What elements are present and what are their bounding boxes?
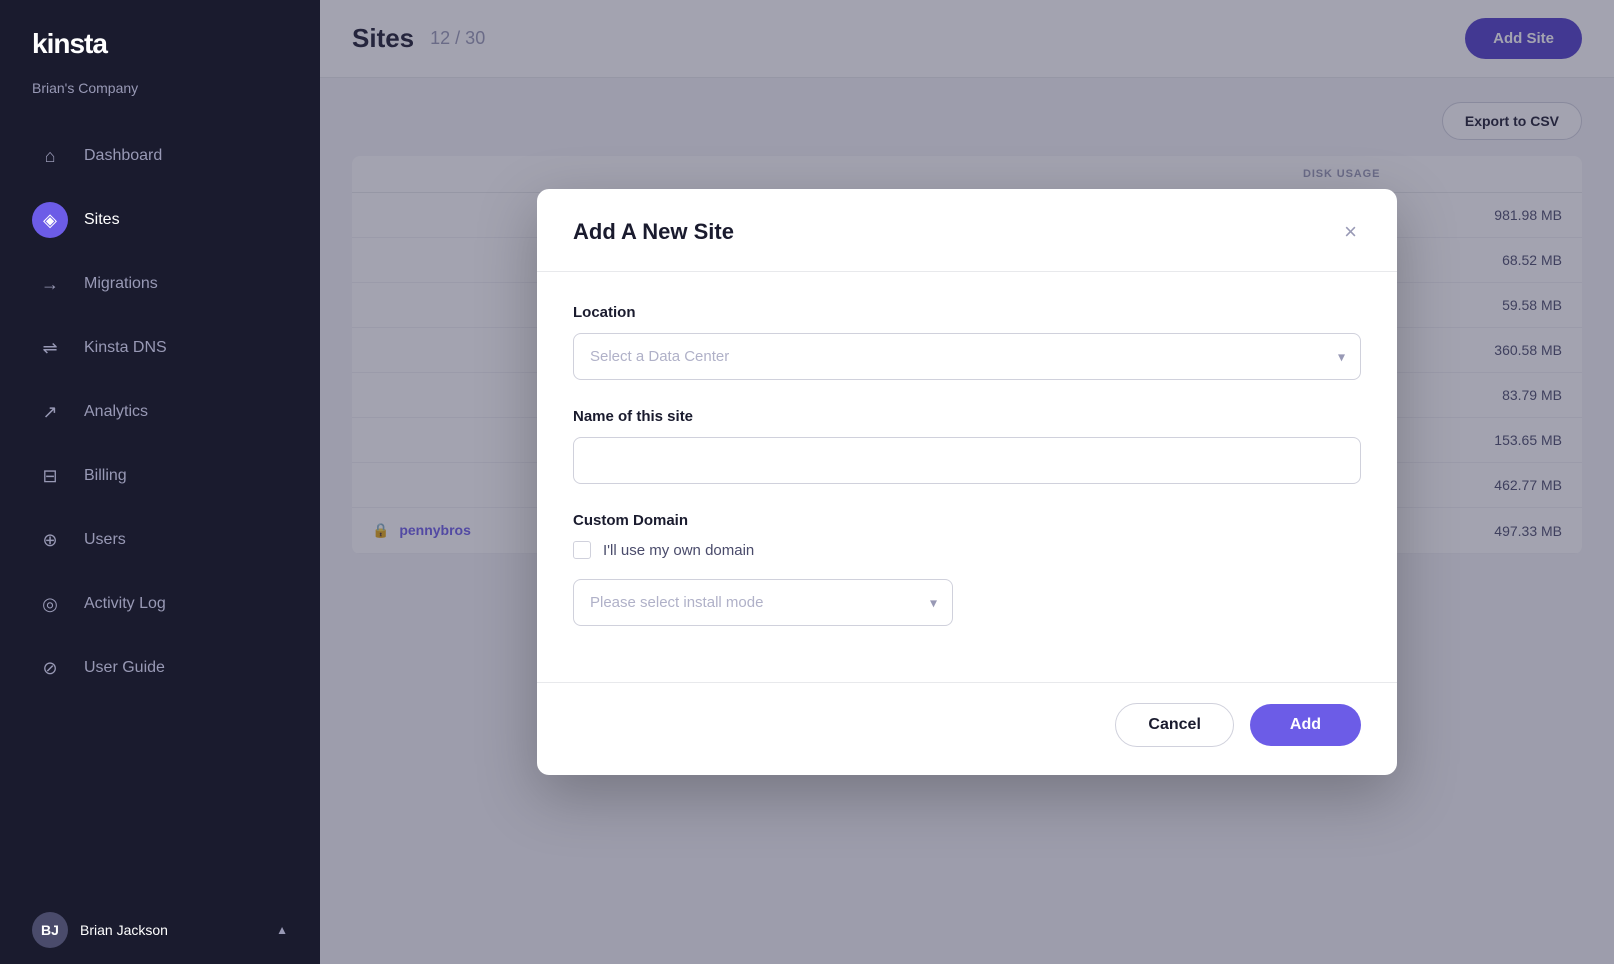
sidebar-item-label: Activity Log bbox=[84, 595, 166, 613]
sidebar-item-label: Dashboard bbox=[84, 147, 162, 165]
data-center-select-wrap: Select a Data Center ▾ bbox=[573, 333, 1361, 380]
sidebar-item-users[interactable]: ⊕ Users bbox=[0, 508, 320, 572]
sidebar-item-label: Analytics bbox=[84, 403, 148, 421]
sidebar-item-activity-log[interactable]: ◎ Activity Log bbox=[0, 572, 320, 636]
user-guide-icon-wrap: ⊘ bbox=[32, 650, 68, 686]
avatar: BJ bbox=[32, 912, 68, 948]
users-icon-wrap: ⊕ bbox=[32, 522, 68, 558]
custom-domain-label: Custom Domain bbox=[573, 512, 1361, 529]
sidebar-item-sites[interactable]: ◈ Sites bbox=[0, 188, 320, 252]
activity-log-icon: ◎ bbox=[42, 594, 58, 615]
main-content: Sites 12 / 30 Add Site Export to CSV DIS… bbox=[320, 0, 1614, 964]
modal-title: Add A New Site bbox=[573, 219, 734, 245]
sidebar-item-billing[interactable]: ⊟ Billing bbox=[0, 444, 320, 508]
site-name-input[interactable] bbox=[573, 437, 1361, 484]
sidebar-item-user-guide[interactable]: ⊘ User Guide bbox=[0, 636, 320, 700]
sidebar-item-label: Sites bbox=[84, 211, 120, 229]
sites-icon: ◈ bbox=[43, 210, 57, 231]
custom-domain-checkbox[interactable] bbox=[573, 541, 591, 559]
users-icon: ⊕ bbox=[42, 530, 57, 551]
sidebar-item-label: User Guide bbox=[84, 659, 165, 677]
user-profile[interactable]: BJ Brian Jackson ▲ bbox=[0, 896, 320, 964]
migrations-icon-wrap: → bbox=[32, 266, 68, 302]
modal-header: Add A New Site × bbox=[537, 189, 1397, 272]
sidebar-item-analytics[interactable]: ↗ Analytics bbox=[0, 380, 320, 444]
add-site-modal: Add A New Site × Location Select a Data … bbox=[537, 189, 1397, 775]
data-center-select[interactable]: Select a Data Center bbox=[573, 333, 1361, 380]
custom-domain-checkbox-wrap: I'll use my own domain bbox=[573, 541, 1361, 559]
sidebar-nav: ⌂ Dashboard ◈ Sites → Migrations ⇌ Kinst… bbox=[0, 116, 320, 896]
kinsta-dns-icon-wrap: ⇌ bbox=[32, 330, 68, 366]
sidebar-item-dashboard[interactable]: ⌂ Dashboard bbox=[0, 124, 320, 188]
user-name: Brian Jackson bbox=[80, 922, 168, 938]
sidebar-item-label: Users bbox=[84, 531, 126, 549]
user-guide-icon: ⊘ bbox=[42, 658, 57, 679]
add-button[interactable]: Add bbox=[1250, 704, 1361, 746]
sidebar: kinsta Brian's Company ⌂ Dashboard ◈ Sit… bbox=[0, 0, 320, 964]
kinsta-dns-icon: ⇌ bbox=[42, 338, 57, 359]
dashboard-icon: ⌂ bbox=[45, 146, 56, 167]
activity-log-icon-wrap: ◎ bbox=[32, 586, 68, 622]
chevron-up-icon: ▲ bbox=[276, 923, 288, 937]
sidebar-item-label: Migrations bbox=[84, 275, 158, 293]
sidebar-item-label: Kinsta DNS bbox=[84, 339, 167, 357]
modal-close-button[interactable]: × bbox=[1340, 217, 1361, 247]
dashboard-icon-wrap: ⌂ bbox=[32, 138, 68, 174]
modal-body: Location Select a Data Center ▾ Name of … bbox=[537, 272, 1397, 682]
custom-domain-group: Custom Domain I'll use my own domain Ple… bbox=[573, 512, 1361, 626]
location-label: Location bbox=[573, 304, 1361, 321]
sidebar-item-kinsta-dns[interactable]: ⇌ Kinsta DNS bbox=[0, 316, 320, 380]
analytics-icon-wrap: ↗ bbox=[32, 394, 68, 430]
modal-overlay: Add A New Site × Location Select a Data … bbox=[320, 0, 1614, 964]
install-mode-select[interactable]: Please select install mode bbox=[573, 579, 953, 626]
migrations-icon: → bbox=[41, 274, 59, 295]
logo: kinsta bbox=[32, 28, 288, 60]
sites-icon-wrap: ◈ bbox=[32, 202, 68, 238]
logo-area: kinsta bbox=[0, 0, 320, 80]
billing-icon: ⊟ bbox=[42, 466, 57, 487]
sidebar-item-migrations[interactable]: → Migrations bbox=[0, 252, 320, 316]
location-group: Location Select a Data Center ▾ bbox=[573, 304, 1361, 380]
company-name: Brian's Company bbox=[0, 80, 320, 116]
install-mode-select-wrap: Please select install mode ▾ bbox=[573, 579, 953, 626]
cancel-button[interactable]: Cancel bbox=[1115, 703, 1233, 747]
billing-icon-wrap: ⊟ bbox=[32, 458, 68, 494]
custom-domain-checkbox-label: I'll use my own domain bbox=[603, 542, 754, 559]
sidebar-item-label: Billing bbox=[84, 467, 127, 485]
site-name-group: Name of this site bbox=[573, 408, 1361, 484]
site-name-label: Name of this site bbox=[573, 408, 1361, 425]
modal-footer: Cancel Add bbox=[537, 682, 1397, 775]
analytics-icon: ↗ bbox=[42, 402, 57, 423]
